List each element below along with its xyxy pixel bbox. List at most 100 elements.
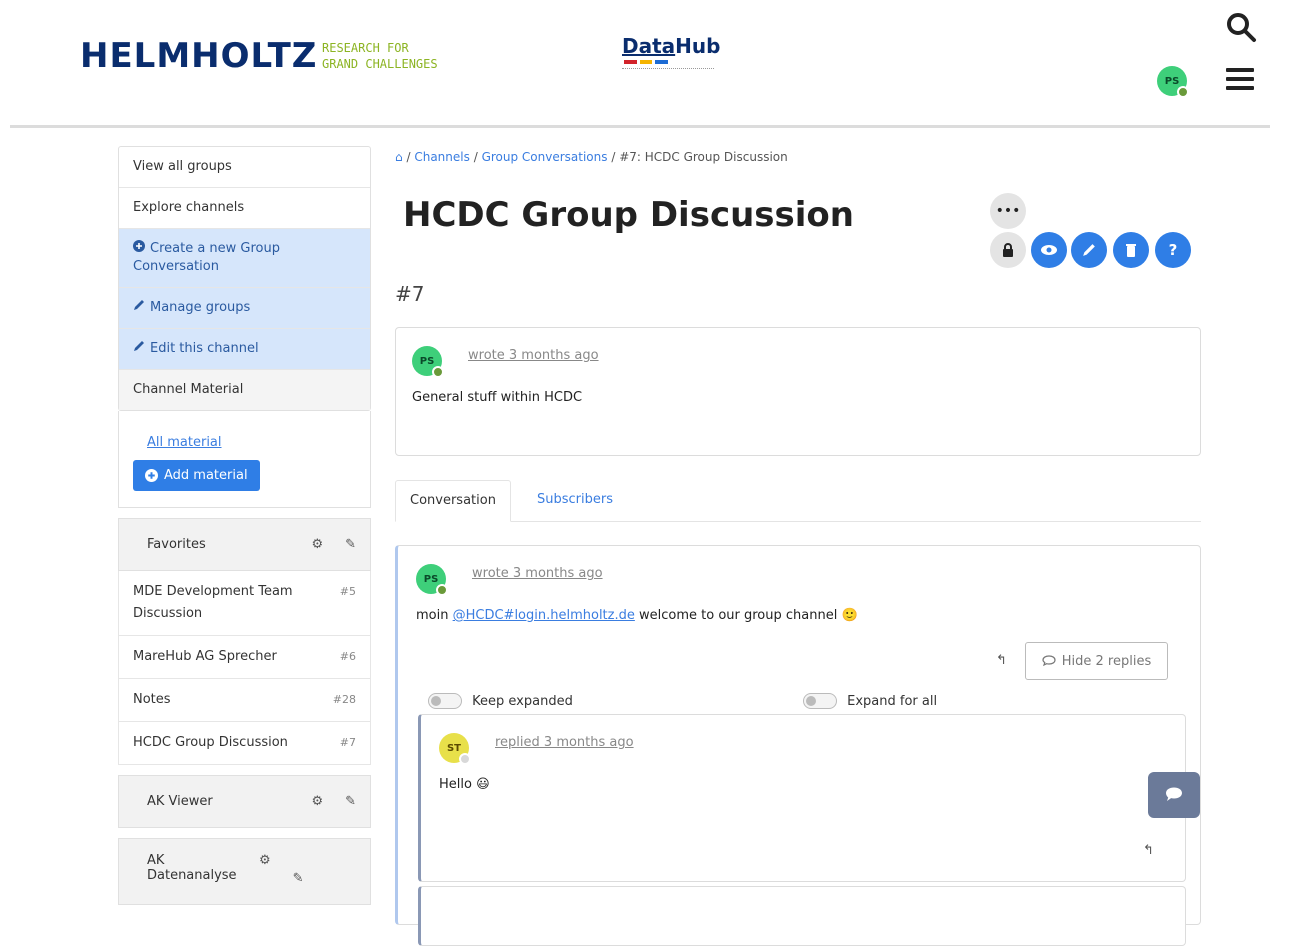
favorites-header[interactable]: Favorites ⚙ ✎ (118, 518, 371, 571)
delete-button[interactable] (1113, 232, 1149, 268)
help-button[interactable]: ? (1155, 232, 1191, 268)
toggle-label: Keep expanded (472, 693, 573, 709)
favorite-item-number: #7 (339, 736, 356, 749)
tab-subscribers[interactable]: Subscribers (523, 480, 627, 522)
question-icon: ? (1168, 241, 1178, 259)
ellipsis-icon: ••• (995, 203, 1021, 219)
edit-button[interactable] (1071, 232, 1107, 268)
favorite-item[interactable]: MDE Development Team Discussion #5 (118, 571, 371, 636)
avatar-initials: PS (419, 355, 435, 367)
group-title: AK Viewer (147, 794, 213, 809)
tagline-line-1: RESEARCH FOR (322, 41, 409, 55)
sidebar-item-label: Create a new Group Conversation (133, 241, 281, 274)
conversation-card: PS wrote 3 months ago moin @HCDC#login.h… (395, 545, 1201, 946)
favorite-item-number: #28 (332, 693, 356, 706)
toggle-switch[interactable] (428, 693, 462, 709)
gear-icon[interactable]: ⚙ (311, 794, 323, 809)
group-header-ak-viewer[interactable]: AK Viewer ⚙ ✎ (118, 775, 371, 828)
gear-icon[interactable]: ⚙ (259, 853, 271, 868)
sidebar-item-view-all-groups[interactable]: View all groups (119, 147, 370, 188)
status-dot (1177, 86, 1189, 98)
breadcrumb: ⌂ / Channels / Group Conversations / #7:… (395, 150, 788, 164)
tab-bar: Conversation Subscribers (395, 480, 1201, 522)
sidebar-item-create-group-conversation[interactable]: Create a new Group Conversation (119, 229, 370, 288)
reply-icon[interactable]: ↰ (996, 653, 1007, 668)
avatar-initials: PS (423, 573, 439, 585)
post-author-avatar[interactable]: PS (412, 346, 444, 378)
floating-chat-button[interactable] (1148, 772, 1200, 818)
breadcrumb-current: #7: HCDC Group Discussion (619, 150, 788, 164)
user-avatar[interactable]: PS (1157, 66, 1189, 98)
comment-body-text: welcome to our group channel 🙂 (634, 608, 858, 623)
sidebar-item-manage-groups[interactable]: Manage groups (119, 288, 370, 329)
toggle-label: Expand for all (847, 693, 938, 709)
subscribe-button[interactable] (1031, 232, 1067, 268)
pencil-icon[interactable]: ✎ (345, 537, 356, 552)
page-title: HCDC Group Discussion (403, 195, 854, 235)
comment-icon (1042, 655, 1056, 667)
helmholtz-logo[interactable]: HELMHOLTZ (80, 36, 317, 76)
tagline-line-2: GRAND CHALLENGES (322, 57, 438, 71)
favorite-item[interactable]: MareHub AG Sprecher #6 (118, 636, 371, 679)
datahub-color-bars (624, 60, 669, 64)
sidebar-nav: View all groups Explore channels Create … (118, 146, 371, 411)
channel-post-card: PS wrote 3 months ago General stuff with… (395, 327, 1201, 456)
comment-meta[interactable]: wrote 3 months ago (472, 566, 603, 581)
status-dot (459, 753, 471, 765)
reply-card: ST replied 3 months ago Hello 😃 ↰ (418, 714, 1186, 882)
lock-button[interactable] (990, 232, 1026, 268)
all-material-link[interactable]: All material (147, 435, 356, 450)
more-options-button[interactable]: ••• (990, 193, 1026, 229)
sidebar-item-label: Channel Material (133, 382, 244, 397)
plus-circle-icon (133, 240, 145, 258)
post-body: General stuff within HCDC (412, 390, 583, 405)
add-material-button[interactable]: Add material (133, 460, 260, 491)
header-divider (10, 125, 1270, 128)
sidebar-item-label: Edit this channel (150, 341, 259, 356)
sidebar-item-channel-material[interactable]: Channel Material (119, 370, 370, 410)
reply-icon[interactable]: ↰ (1143, 843, 1154, 858)
toggle-switch[interactable] (803, 693, 837, 709)
datahub-logo-suffix: Hub (675, 34, 721, 58)
breadcrumb-group-conversations[interactable]: Group Conversations (482, 150, 608, 164)
reply-meta[interactable]: replied 3 months ago (495, 735, 634, 750)
favorite-item[interactable]: HCDC Group Discussion #7 (118, 722, 371, 765)
user-mention-link[interactable]: @HCDC#login.helmholtz.de (453, 608, 635, 623)
search-icon[interactable] (1224, 10, 1258, 44)
sidebar-item-edit-channel[interactable]: Edit this channel (119, 329, 370, 370)
comment-body-text: moin (416, 608, 453, 623)
comment-author-avatar[interactable]: PS (416, 564, 448, 596)
favorite-item[interactable]: Notes #28 (118, 679, 371, 722)
sidebar-item-label: Explore channels (133, 200, 245, 215)
post-meta[interactable]: wrote 3 months ago (468, 348, 599, 363)
sidebar-item-label: Manage groups (150, 300, 251, 315)
plus-circle-icon (145, 469, 158, 482)
avatar-initials: ST (446, 742, 462, 754)
eye-icon (1041, 245, 1057, 255)
group-header-ak-datenanalyse[interactable]: AK Datenanalyse ⚙ ✎ (118, 838, 371, 905)
breadcrumb-separator: / (406, 150, 411, 164)
material-panel: All material Add material (118, 411, 371, 508)
reply-card (418, 886, 1186, 946)
sidebar: View all groups Explore channels Create … (118, 146, 371, 905)
channel-number: #7 (395, 282, 425, 306)
helmholtz-tagline: RESEARCH FOR GRAND CHALLENGES (322, 40, 438, 72)
tab-conversation[interactable]: Conversation (395, 480, 511, 522)
pencil-icon (133, 340, 145, 358)
pencil-icon[interactable]: ✎ (293, 871, 304, 886)
reply-author-avatar[interactable]: ST (439, 733, 471, 765)
datahub-logo[interactable]: DataHub (622, 34, 720, 58)
home-icon[interactable]: ⌂ (395, 150, 403, 164)
favorite-item-name: HCDC Group Discussion (133, 735, 288, 750)
pencil-icon[interactable]: ✎ (345, 794, 356, 809)
hamburger-menu-icon[interactable] (1226, 68, 1254, 96)
add-material-label: Add material (164, 468, 248, 483)
expand-for-all-toggle[interactable]: Expand for all (803, 693, 937, 709)
hide-replies-button[interactable]: Hide 2 replies (1025, 642, 1168, 680)
reply-body: Hello 😃 (439, 777, 490, 792)
favorite-item-name: MareHub AG Sprecher (133, 649, 277, 664)
sidebar-item-explore-channels[interactable]: Explore channels (119, 188, 370, 229)
breadcrumb-channels[interactable]: Channels (414, 150, 470, 164)
gear-icon[interactable]: ⚙ (311, 537, 323, 552)
keep-expanded-toggle[interactable]: Keep expanded (428, 693, 573, 709)
